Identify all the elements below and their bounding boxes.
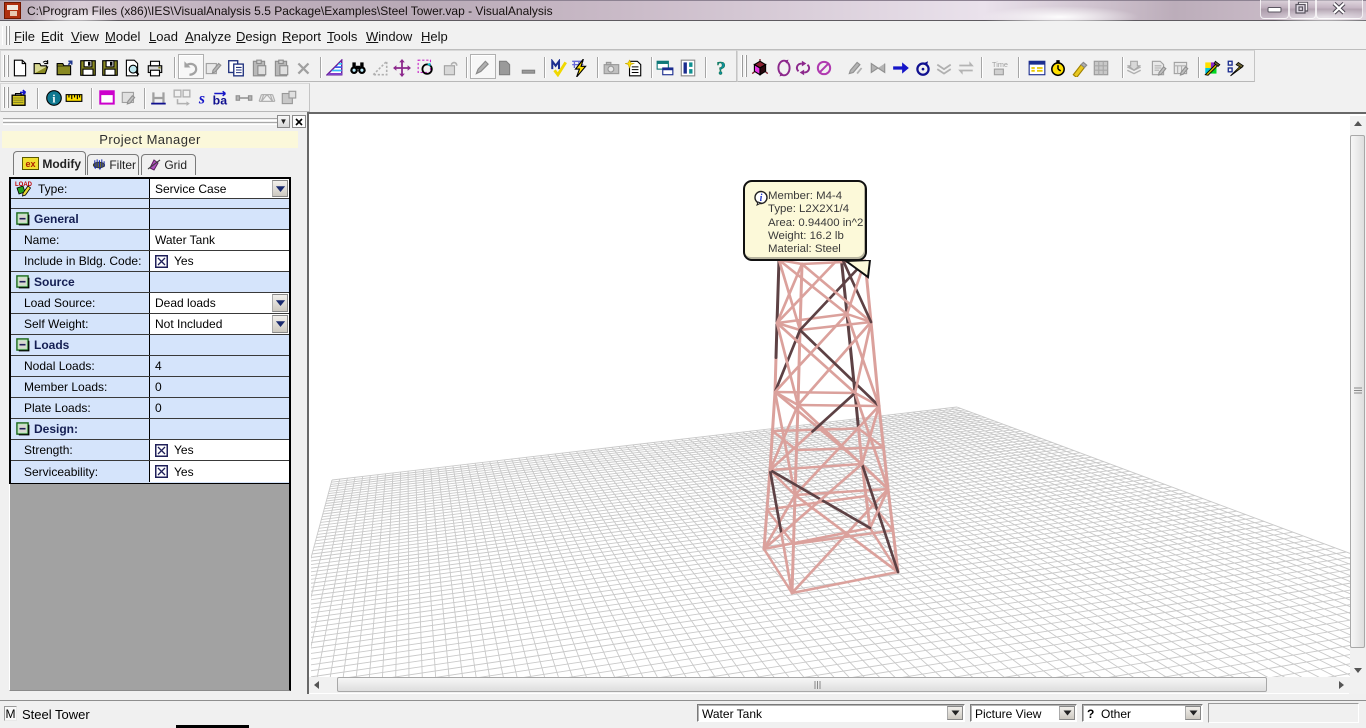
svg-text:ba: ba	[213, 94, 228, 107]
svg-text:s: s	[198, 91, 205, 107]
svg-text:?: ?	[716, 59, 726, 77]
svg-text:ex: ex	[25, 159, 35, 169]
svg-text:i: i	[760, 193, 763, 204]
svg-text:Time: Time	[992, 60, 1008, 69]
svg-text:i: i	[52, 93, 55, 105]
